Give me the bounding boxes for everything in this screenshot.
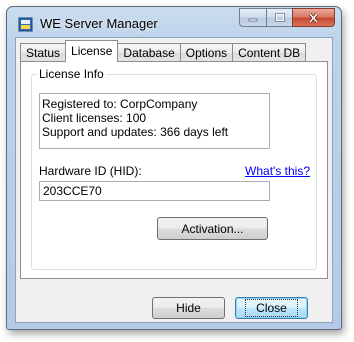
minimize-button[interactable] [239, 8, 266, 27]
activation-button[interactable]: Activation... [157, 217, 268, 240]
tab-license[interactable]: License [65, 40, 119, 62]
support-updates-text: Support and updates: 366 days left [42, 125, 229, 139]
license-tab-panel: License Info Registered to: CorpCompany … [20, 61, 328, 279]
close-icon [308, 12, 319, 23]
tab-strip: Status License Database Options Content … [20, 40, 307, 62]
registered-to-text: Registered to: CorpCompany [42, 97, 198, 111]
client-licenses-text: Client licenses: 100 [42, 111, 147, 125]
maximize-icon [274, 13, 285, 22]
minimize-icon [248, 18, 258, 21]
tab-content-db[interactable]: Content DB [232, 43, 307, 62]
tab-status[interactable]: Status [20, 43, 67, 62]
close-window-button[interactable] [292, 8, 335, 27]
whats-this-link[interactable]: What's this? [245, 164, 310, 178]
license-info-box[interactable]: Registered to: CorpCompany Client licens… [39, 93, 270, 149]
license-info-group: License Info Registered to: CorpCompany … [31, 67, 317, 270]
title-bar[interactable]: WE Server Manager [7, 7, 341, 37]
hid-label: Hardware ID (HID): [39, 164, 142, 178]
tab-database[interactable]: Database [117, 43, 181, 62]
close-button-label: Close [245, 299, 298, 317]
hide-button[interactable]: Hide [152, 297, 225, 319]
hid-field[interactable] [39, 181, 270, 201]
close-button[interactable]: Close [235, 297, 308, 319]
caption-buttons [239, 8, 335, 27]
app-icon[interactable] [18, 17, 33, 32]
window-title: WE Server Manager [40, 16, 158, 31]
tab-options[interactable]: Options [179, 43, 234, 62]
client-area: Status License Database Options Content … [15, 37, 333, 323]
server-manager-window: WE Server Manager Status License Databas… [6, 6, 342, 330]
group-title: License Info [37, 67, 106, 81]
maximize-button[interactable] [266, 8, 292, 27]
